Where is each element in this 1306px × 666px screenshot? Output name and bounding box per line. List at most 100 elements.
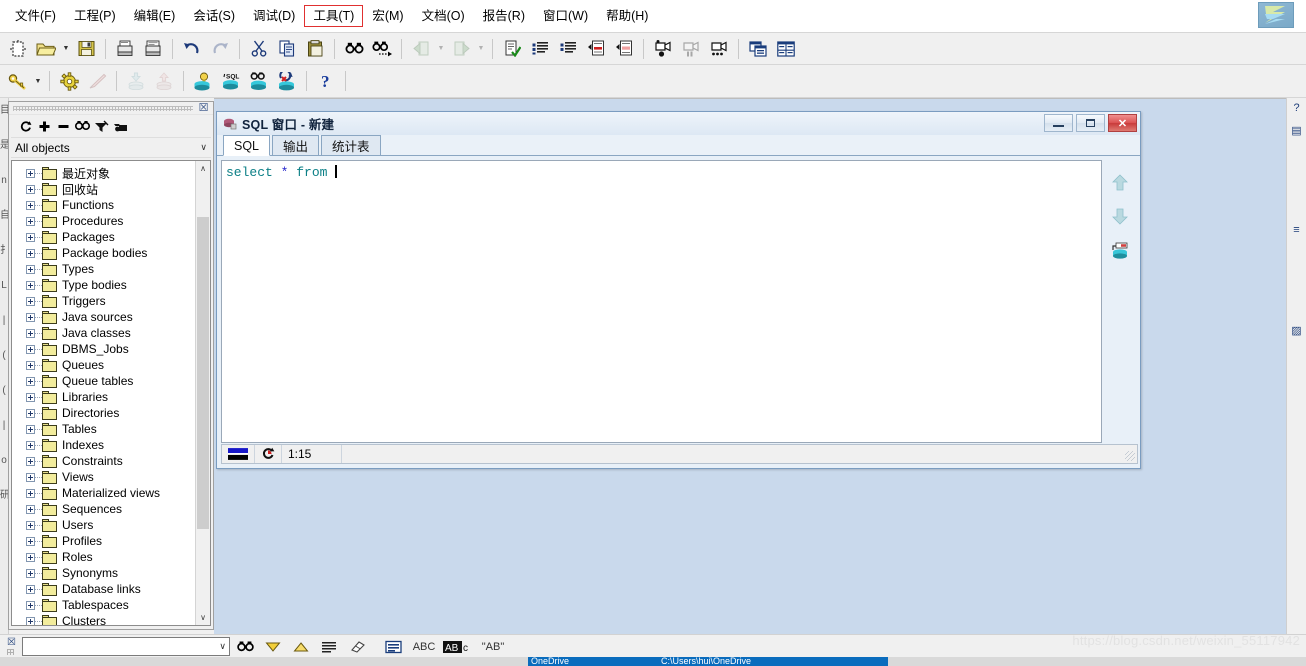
find-icon[interactable] [340, 36, 368, 62]
menu-item-2[interactable]: 编辑(E) [125, 5, 185, 27]
sql-tab-2[interactable]: 统计表 [321, 135, 381, 155]
save-icon[interactable] [72, 36, 100, 62]
sql-window-title-bar[interactable]: SQL 窗口 - 新建 ✕ [217, 112, 1140, 135]
tree-item[interactable]: Profiles [12, 533, 195, 549]
find-database-object-icon[interactable] [245, 68, 273, 94]
tree-item[interactable]: DBMS_Jobs [12, 341, 195, 357]
collapse-all-icon[interactable] [55, 117, 72, 135]
tree-item[interactable]: Views [12, 469, 195, 485]
tree-item[interactable]: Directories [12, 405, 195, 421]
tree-item[interactable]: Packages [12, 229, 195, 245]
chevron-down-icon[interactable]: ∨ [200, 142, 207, 153]
close-icon[interactable]: ☒ [7, 637, 16, 648]
undo-icon[interactable] [178, 36, 206, 62]
notes-icon[interactable]: ≡ [1287, 220, 1306, 240]
menu-item-5[interactable]: 工具(T) [304, 5, 364, 27]
search-input[interactable]: ∨ [22, 637, 230, 656]
sql-tab-1[interactable]: 输出 [272, 135, 320, 155]
expand-icon[interactable] [26, 488, 35, 498]
filter-up-icon[interactable] [288, 636, 314, 658]
menu-item-9[interactable]: 窗口(W) [534, 5, 597, 27]
play-macro-icon[interactable] [705, 36, 733, 62]
close-icon[interactable]: ☒ [198, 103, 209, 114]
tree-item[interactable]: Constraints [12, 453, 195, 469]
pause-macro-icon[interactable] [677, 36, 705, 62]
tree-item[interactable]: Java sources [12, 309, 195, 325]
run-script-icon[interactable] [83, 68, 111, 94]
scroll-down-arrow-icon[interactable] [1112, 208, 1128, 228]
new-icon[interactable] [4, 36, 32, 62]
paste-icon[interactable] [301, 36, 329, 62]
indent-increase-icon[interactable] [526, 36, 554, 62]
tree-item[interactable]: Clusters [12, 613, 195, 625]
expand-icon[interactable] [26, 344, 35, 354]
tree-item[interactable]: Tables [12, 421, 195, 437]
forward-icon[interactable] [447, 36, 475, 62]
expand-icon[interactable] [26, 424, 35, 434]
tree-item[interactable]: Roles [12, 549, 195, 565]
close-button[interactable]: ✕ [1108, 114, 1137, 132]
uncomment-icon[interactable] [610, 36, 638, 62]
tree-vertical-scrollbar[interactable]: ∧ ∨ [195, 161, 210, 625]
tree-item[interactable]: 回收站 [12, 181, 195, 197]
bottom-panel-grip[interactable]: ☒ [6, 637, 19, 657]
tree-item[interactable]: Libraries [12, 389, 195, 405]
menu-item-0[interactable]: 文件(F) [6, 5, 65, 27]
tree-item[interactable]: Procedures [12, 213, 195, 229]
menu-item-8[interactable]: 报告(R) [474, 5, 534, 27]
clear-icon[interactable] [344, 636, 370, 658]
comment-icon[interactable] [582, 36, 610, 62]
expand-icon[interactable] [26, 328, 35, 338]
object-tree[interactable]: 最近对象 回收站 Functions Procedures Packages Packag… [12, 161, 195, 625]
print-preview-icon[interactable] [139, 36, 167, 62]
indent-decrease-icon[interactable] [554, 36, 582, 62]
tree-item[interactable]: Package bodies [12, 245, 195, 261]
rollback-icon[interactable] [273, 68, 301, 94]
expand-icon[interactable] [26, 408, 35, 418]
menu-item-10[interactable]: 帮助(H) [597, 5, 657, 27]
tree-item[interactable]: Types [12, 261, 195, 277]
expand-icon[interactable] [26, 280, 35, 290]
cascade-windows-icon[interactable] [744, 36, 772, 62]
scrollbar-thumb[interactable] [197, 217, 209, 529]
tree-item[interactable]: Materialized views [12, 485, 195, 501]
tree-item[interactable]: Database links [12, 581, 195, 597]
copy-icon[interactable] [273, 36, 301, 62]
window-list-icon[interactable]: ▤ [1287, 120, 1306, 140]
maximize-button[interactable] [1076, 114, 1105, 132]
find-object-icon[interactable] [74, 117, 91, 135]
expand-icon[interactable] [26, 168, 35, 178]
expand-icon[interactable] [26, 520, 35, 530]
scroll-down-icon[interactable]: ∨ [196, 610, 210, 625]
expand-icon[interactable] [26, 616, 35, 625]
tree-item[interactable]: Functions [12, 197, 195, 213]
menu-item-3[interactable]: 会话(S) [184, 5, 244, 27]
expand-icon[interactable] [26, 264, 35, 274]
session-clock-icon[interactable] [255, 445, 282, 463]
expand-icon[interactable] [26, 456, 35, 466]
logon-dropdown-arrow[interactable] [32, 68, 44, 94]
tree-item[interactable]: Type bodies [12, 277, 195, 293]
resize-grip[interactable] [1125, 451, 1135, 461]
tile-windows-icon[interactable] [772, 36, 800, 62]
refresh-icon[interactable] [17, 117, 34, 135]
open-folder-icon[interactable] [32, 36, 60, 62]
expand-icon[interactable] [26, 584, 35, 594]
check-syntax-icon[interactable] [498, 36, 526, 62]
browser-filter-icon[interactable] [93, 117, 110, 135]
tree-item[interactable]: Tablespaces [12, 597, 195, 613]
export-icon[interactable] [150, 68, 178, 94]
explain-plan-icon[interactable] [189, 68, 217, 94]
chevron-down-icon[interactable]: ∨ [219, 641, 226, 652]
sql-tab-0[interactable]: SQL [223, 135, 271, 156]
expand-icon[interactable] [26, 248, 35, 258]
import-icon[interactable] [122, 68, 150, 94]
tree-item[interactable]: Triggers [12, 293, 195, 309]
misc-panel-icon[interactable]: ▨ [1287, 320, 1306, 340]
expand-icon[interactable] [26, 472, 35, 482]
menu-item-4[interactable]: 调试(D) [244, 5, 304, 27]
expand-icon[interactable] [26, 216, 35, 226]
expand-icon[interactable] [26, 440, 35, 450]
scroll-up-arrow-icon[interactable] [1112, 174, 1128, 194]
expand-icon[interactable] [26, 296, 35, 306]
